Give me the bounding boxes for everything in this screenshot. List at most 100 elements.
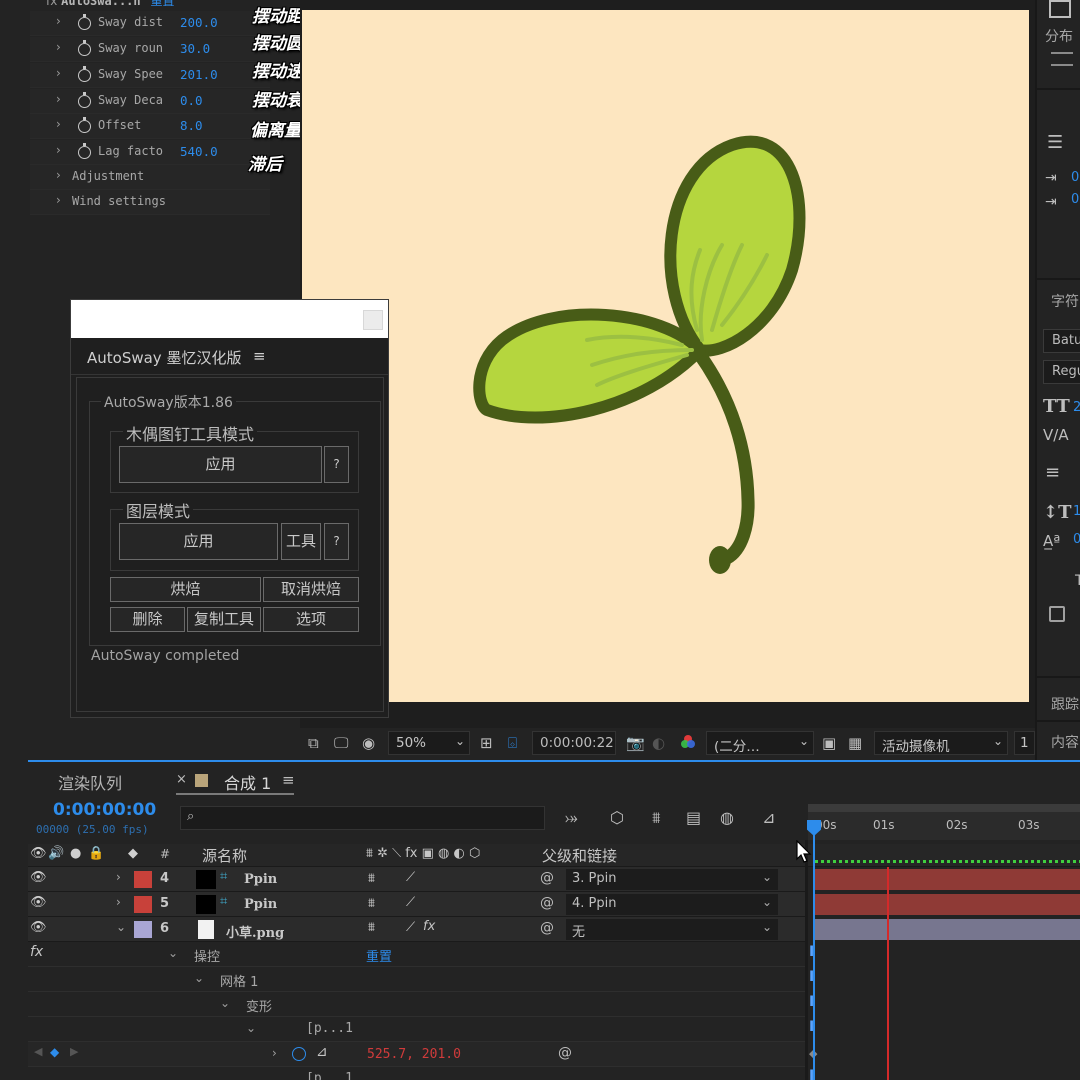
layer-help-button[interactable]: ? xyxy=(324,523,349,560)
column-source-name[interactable]: 源名称 xyxy=(202,845,247,866)
distribute-icon[interactable] xyxy=(1051,52,1073,66)
chevron-right-icon[interactable]: › xyxy=(56,117,61,131)
pick-whip-icon[interactable]: @ xyxy=(540,895,554,911)
column-parent-link[interactable]: 父级和链接 xyxy=(542,845,617,866)
layer-bar-5[interactable] xyxy=(815,894,1080,915)
property-row-sway-speed[interactable]: › Sway Spee 201.0 xyxy=(30,63,270,88)
parent-select[interactable]: 无 ⌄ xyxy=(566,919,778,940)
tab-render-queue[interactable]: 渲染队列 xyxy=(58,770,122,794)
layer-search-input[interactable]: ⌕ xyxy=(180,806,545,830)
label-color-swatch[interactable] xyxy=(134,871,152,888)
chevron-down-icon[interactable]: ⌄ xyxy=(220,996,230,1010)
views-select[interactable]: 1 xyxy=(1014,731,1035,755)
reset-link[interactable]: 重置 xyxy=(150,0,174,8)
composition-flowchart-icon[interactable]: ⤖ xyxy=(565,808,578,828)
current-time-display[interactable]: 0:00:00:22 xyxy=(532,731,616,755)
layer-bar-6[interactable] xyxy=(815,919,1080,940)
group-row-wind-settings[interactable]: › Wind settings xyxy=(30,190,270,215)
show-snapshot-icon[interactable]: ◐ xyxy=(652,734,665,752)
puppet-help-button[interactable]: ? xyxy=(324,446,349,483)
frame-blending-icon[interactable]: ▤ xyxy=(686,808,701,827)
indent-value-b[interactable]: 0 xyxy=(1071,192,1079,207)
chevron-right-icon[interactable]: › xyxy=(272,1046,277,1060)
layer-row-4[interactable]: 👁 › 4 ⌗ Ppin ⩩ ⟋ @ 3. Ppin ⌄ xyxy=(28,867,805,892)
chevron-right-icon[interactable]: › xyxy=(56,143,61,157)
mask-icon[interactable]: ◉ xyxy=(362,734,375,752)
stopwatch-icon[interactable] xyxy=(78,14,91,30)
layer-name[interactable]: Ppin xyxy=(244,897,277,912)
pick-whip-icon[interactable]: @ xyxy=(540,870,554,886)
motion-blur-icon[interactable]: ◍ xyxy=(720,808,734,827)
layer-name[interactable]: 小草.png xyxy=(226,922,284,941)
text-style-t[interactable]: T xyxy=(1075,573,1080,589)
grid-guide-icon[interactable]: ⊞ xyxy=(480,734,493,752)
options-button[interactable]: 选项 xyxy=(263,607,359,632)
quality-switch-icon[interactable]: ⟋ xyxy=(406,870,415,885)
checkbox[interactable] xyxy=(1049,606,1065,622)
delete-button[interactable]: 删除 xyxy=(110,607,185,632)
pin-row[interactable]: ⌄ [p...1 xyxy=(28,1017,805,1042)
align-icon[interactable] xyxy=(1049,0,1071,18)
indent-value-a[interactable]: 0 xyxy=(1071,170,1079,185)
shy-switch-icon[interactable]: ⩩ xyxy=(368,871,375,886)
layer-apply-button[interactable]: 应用 xyxy=(119,523,278,560)
property-value[interactable]: 30.0 xyxy=(180,41,210,56)
mesh-row[interactable]: ⌄ 网格 1 xyxy=(28,967,805,992)
align-left-icon[interactable]: ☰ xyxy=(1047,132,1063,153)
layer-row-5[interactable]: 👁 › 5 ⌗ Ppin ⩩ ⟋ @ 4. Ppin ⌄ xyxy=(28,892,805,917)
label-color-swatch[interactable] xyxy=(134,896,152,913)
stopwatch-icon[interactable] xyxy=(78,92,91,108)
property-value[interactable]: 540.0 xyxy=(180,144,218,159)
chevron-down-icon[interactable]: ⌄ xyxy=(116,920,126,934)
next-keyframe-icon[interactable]: ▶ xyxy=(70,1045,78,1058)
tab-menu-icon[interactable]: ≡ xyxy=(282,771,295,789)
property-row-offset[interactable]: › Offset 8.0 xyxy=(30,114,270,139)
chevron-down-icon[interactable]: ⌄ xyxy=(246,1021,256,1035)
tools-button[interactable]: 工具 xyxy=(281,523,321,560)
chevron-right-icon[interactable]: › xyxy=(56,40,61,54)
graph-icon[interactable]: ⊿ xyxy=(316,1044,328,1060)
effect-header[interactable]: fx AutoSwa...n 重置 xyxy=(46,0,174,9)
prev-keyframe-icon[interactable]: ◀ xyxy=(34,1045,42,1058)
keyframe-icon[interactable]: ◆ xyxy=(50,1045,59,1059)
shy-switch-icon[interactable]: ⩩ xyxy=(368,920,375,935)
close-tab-icon[interactable]: × xyxy=(176,772,187,787)
property-row-sway-decay[interactable]: › Sway Deca 0.0 xyxy=(30,89,270,114)
parent-select[interactable]: 4. Ppin ⌄ xyxy=(566,894,778,915)
transparency-grid-icon[interactable]: ▦ xyxy=(848,734,862,752)
property-row-sway-dist[interactable]: › Sway dist 200.0 xyxy=(30,11,270,36)
quality-switch-icon[interactable]: ⟋ xyxy=(406,895,415,910)
unbake-button[interactable]: 取消烘焙 xyxy=(263,577,359,602)
close-button[interactable] xyxy=(363,310,383,330)
stopwatch-icon[interactable] xyxy=(78,117,91,133)
bake-button[interactable]: 烘焙 xyxy=(110,577,261,602)
draft-3d-icon[interactable]: ⬡ xyxy=(610,808,624,827)
color-channels-icon[interactable] xyxy=(680,734,696,754)
always-preview-icon[interactable]: ⧉ xyxy=(308,734,319,752)
chevron-right-icon[interactable]: › xyxy=(56,66,61,80)
fx-toggle[interactable]: fx xyxy=(30,944,43,960)
camera-icon[interactable]: 📷 xyxy=(626,734,645,752)
parent-select[interactable]: 3. Ppin ⌄ xyxy=(566,869,778,890)
chevron-right-icon[interactable]: › xyxy=(56,14,61,28)
camera-select[interactable]: 活动摄像机 ⌄ xyxy=(874,731,1008,755)
current-timecode[interactable]: 0:00:00:00 xyxy=(53,800,156,820)
stopwatch-icon[interactable] xyxy=(292,1047,306,1061)
panel-menu-icon[interactable]: ≡ xyxy=(253,347,266,365)
pin-position-row[interactable]: ◀ ◆ ▶ › ⊿ 525.7, 201.0 @ xyxy=(28,1042,805,1067)
font-family-select[interactable]: Batu xyxy=(1043,329,1080,353)
eye-icon[interactable]: 👁 xyxy=(30,920,47,935)
layer-name[interactable]: Ppin xyxy=(244,872,277,887)
shy-icon[interactable]: ⩩ xyxy=(652,808,661,828)
chevron-right-icon[interactable]: › xyxy=(116,870,121,884)
chevron-right-icon[interactable]: › xyxy=(56,92,61,106)
eye-icon[interactable]: 👁 xyxy=(30,870,47,885)
layer-bar-4[interactable] xyxy=(815,869,1080,890)
autosway-titlebar[interactable] xyxy=(71,300,388,338)
pin-row-2[interactable]: [p...1 xyxy=(28,1067,805,1080)
indent-left-icon[interactable]: ⇥ xyxy=(1045,170,1057,186)
resolution-select[interactable]: (二分… ⌄ xyxy=(706,731,814,755)
timeline-splitter[interactable] xyxy=(805,840,808,1080)
eye-icon[interactable]: 👁 xyxy=(30,895,47,910)
stopwatch-icon[interactable] xyxy=(78,40,91,56)
